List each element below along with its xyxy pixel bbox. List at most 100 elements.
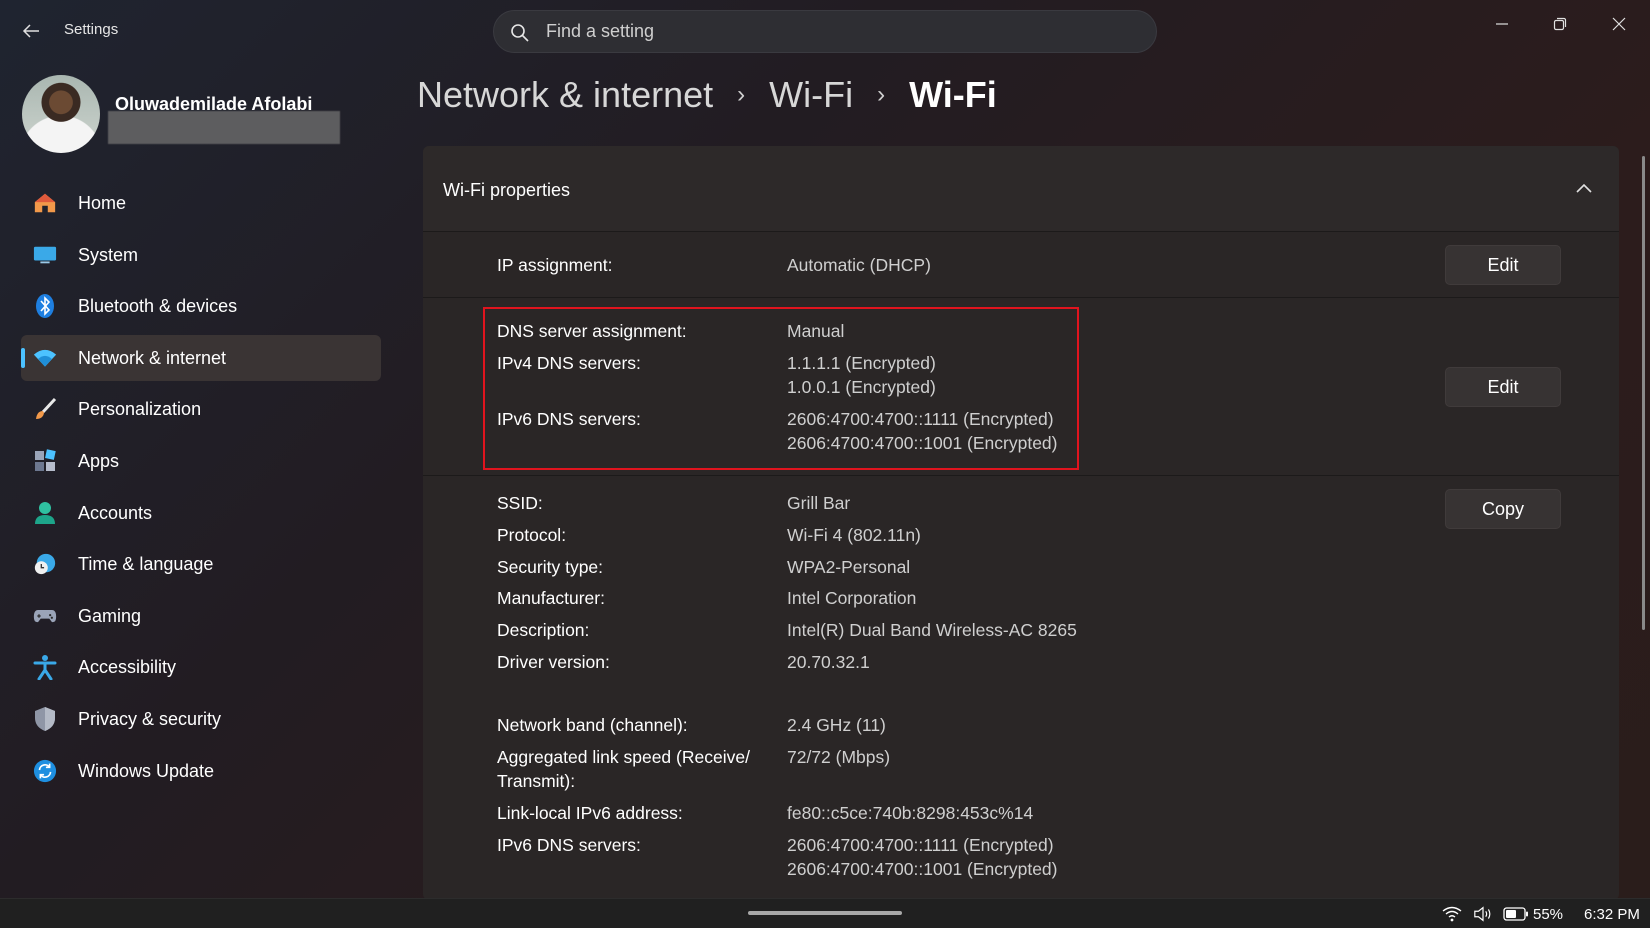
dns-row: DNS server assignment: Manual IPv4 DNS s… — [423, 299, 1619, 476]
properties-row: Copy SSID: Grill Bar Protocol: Wi-Fi 4 (… — [423, 477, 1619, 900]
sidebar-item-label: Accessibility — [78, 657, 177, 678]
link-speed-label: Aggregated link speed (Receive/ — [497, 747, 750, 767]
driver-version-label: Driver version: — [497, 652, 610, 672]
ipv6-dns-value: 2606:4700:4700::1111 (Encrypted) — [787, 409, 1054, 429]
close-button[interactable] — [1596, 8, 1642, 40]
edit-ip-button[interactable]: Edit — [1445, 245, 1561, 285]
link-speed-value: 72/72 (Mbps) — [787, 747, 891, 767]
dns-assignment-label: DNS server assignment: — [497, 321, 687, 341]
link-speed-label: Transmit): — [497, 771, 576, 791]
ip-assignment-label: IP assignment: — [497, 255, 613, 275]
time-language-icon — [33, 552, 57, 576]
ssid-label: SSID: — [497, 493, 543, 513]
sidebar-item-system[interactable]: System — [21, 232, 381, 278]
protocol-label: Protocol: — [497, 525, 567, 545]
bluetooth-icon — [33, 294, 57, 319]
restore-icon — [1553, 17, 1567, 31]
avatar[interactable] — [22, 75, 100, 153]
search-icon — [511, 24, 529, 42]
sidebar-item-time-language[interactable]: Time & language — [21, 541, 381, 587]
gamepad-icon — [33, 604, 57, 628]
update-icon — [33, 759, 57, 783]
volume-icon[interactable] — [1473, 905, 1493, 923]
link-local-ipv6-label: Link-local IPv6 address: — [497, 803, 683, 823]
battery-percentage: 55% — [1533, 906, 1564, 923]
ipv6-dns-value: 2606:4700:4700::1001 (Encrypted) — [787, 433, 1058, 453]
sidebar-item-privacy[interactable]: Privacy & security — [21, 696, 381, 742]
panel-title: Wi-Fi properties — [443, 180, 571, 200]
sidebar-item-windows-update[interactable]: Windows Update — [21, 748, 381, 794]
search-input[interactable] — [546, 11, 1126, 52]
link-local-ipv6-value: fe80::c5ce:740b:8298:453c%14 — [787, 803, 1034, 823]
page-title: Wi-Fi — [909, 74, 997, 115]
sidebar-item-apps[interactable]: Apps — [21, 438, 381, 484]
collapse-button[interactable] — [1569, 174, 1599, 204]
breadcrumb: Network & internet › Wi-Fi › Wi-Fi — [417, 74, 997, 116]
ipv4-dns-label: IPv4 DNS servers: — [497, 353, 641, 373]
sidebar-item-label: Apps — [78, 450, 120, 471]
protocol-value: Wi-Fi 4 (802.11n) — [787, 525, 921, 545]
network-band-value: 2.4 GHz (11) — [787, 715, 886, 735]
home-indicator[interactable] — [748, 911, 902, 915]
clock[interactable]: 6:32 PM — [1584, 906, 1640, 923]
battery-icon[interactable] — [1503, 905, 1529, 923]
close-icon — [1612, 17, 1626, 31]
ip-assignment-row: IP assignment: Automatic (DHCP) Edit — [423, 233, 1619, 298]
minimize-button[interactable] — [1479, 8, 1525, 40]
wifi-icon — [33, 346, 57, 370]
chevron-right-icon: › — [737, 81, 746, 108]
chevron-up-icon — [1576, 184, 1592, 193]
manufacturer-label: Manufacturer: — [497, 588, 605, 608]
description-label: Description: — [497, 620, 590, 640]
sidebar-item-accessibility[interactable]: Accessibility — [21, 644, 381, 690]
sidebar-item-bluetooth[interactable]: Bluetooth & devices — [21, 283, 381, 329]
ipv4-dns-value: 1.1.1.1 (Encrypted) — [787, 353, 936, 373]
back-button[interactable] — [18, 18, 44, 44]
sidebar-item-label: Gaming — [78, 605, 142, 626]
sidebar-item-label: Home — [78, 193, 127, 213]
title-bar: Settings — [0, 0, 1650, 64]
search-box[interactable] — [493, 10, 1157, 53]
sidebar-item-label: Bluetooth & devices — [78, 296, 238, 317]
manufacturer-value: Intel Corporation — [787, 588, 917, 608]
scrollbar[interactable] — [1642, 156, 1645, 630]
system-icon — [33, 243, 57, 267]
ip-assignment-value: Automatic (DHCP) — [787, 255, 931, 275]
breadcrumb-network[interactable]: Network & internet — [417, 74, 713, 116]
shield-icon — [33, 706, 57, 731]
taskbar: 55% 6:32 PM — [0, 898, 1650, 928]
redacted-email — [108, 111, 340, 144]
copy-button[interactable]: Copy — [1445, 489, 1561, 529]
panel-header[interactable]: Wi-Fi properties — [423, 146, 1619, 232]
security-type-value: WPA2-Personal — [787, 557, 911, 577]
driver-version-value: 20.70.32.1 — [787, 652, 870, 672]
accounts-icon — [33, 501, 57, 525]
network-band-label: Network band (channel): — [497, 715, 688, 735]
sidebar-item-personalization[interactable]: Personalization — [21, 386, 381, 432]
sidebar-item-label: System — [78, 244, 139, 265]
brush-icon — [33, 397, 57, 421]
sidebar-item-accounts[interactable]: Accounts — [21, 490, 381, 536]
sidebar-item-label: Windows Update — [78, 760, 215, 781]
ipv6-dns-label: IPv6 DNS servers: — [497, 409, 641, 429]
wifi-properties-panel: Wi-Fi properties IP assignment: Automati… — [423, 146, 1619, 900]
sidebar-nav: Home System Bluetooth & devices Network … — [21, 180, 381, 799]
edit-dns-button[interactable]: Edit — [1445, 367, 1561, 407]
ssid-value: Grill Bar — [787, 493, 851, 513]
ipv6-dns-value: 2606:4700:4700::1111 (Encrypted) — [787, 835, 1054, 855]
sidebar-item-label: Time & language — [78, 554, 214, 575]
ipv6-dns-value: 2606:4700:4700::1001 (Encrypted) — [787, 859, 1058, 879]
minimize-icon — [1496, 23, 1508, 25]
security-type-label: Security type: — [497, 557, 604, 577]
restore-button[interactable] — [1537, 8, 1583, 40]
description-value: Intel(R) Dual Band Wireless-AC 8265 — [787, 620, 1077, 640]
sidebar-item-label: Accounts — [78, 502, 153, 523]
breadcrumb-wifi[interactable]: Wi-Fi — [769, 74, 853, 116]
sidebar-item-network[interactable]: Network & internet — [21, 334, 381, 381]
ipv6-dns-label: IPv6 DNS servers: — [497, 835, 641, 855]
sidebar-item-gaming[interactable]: Gaming — [21, 593, 381, 639]
apps-icon — [33, 449, 57, 473]
sidebar-item-home[interactable]: Home — [21, 180, 381, 226]
wifi-tray-icon[interactable] — [1442, 905, 1462, 923]
sidebar-item-label: Personalization — [78, 399, 202, 420]
